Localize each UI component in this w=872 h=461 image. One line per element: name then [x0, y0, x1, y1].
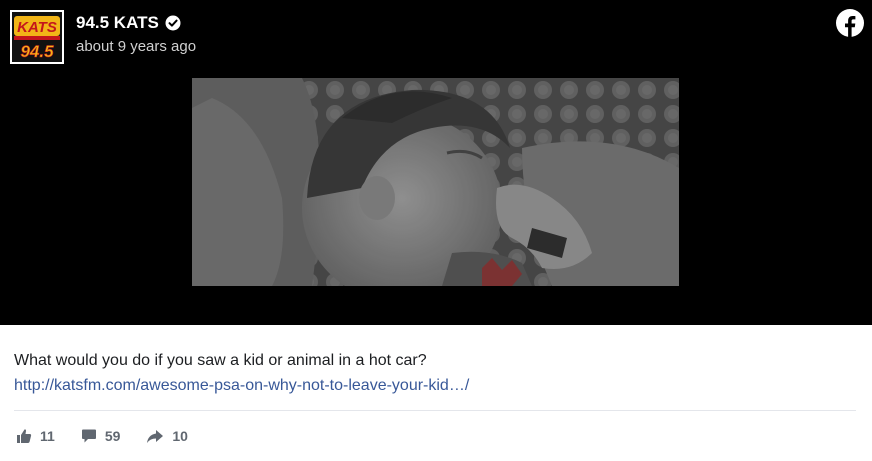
video-player[interactable]: KATS 94.5 94.5 KATS about 9 years ago	[0, 0, 872, 325]
post-body: What would you do if you saw a kid or an…	[14, 348, 469, 398]
comment-stat[interactable]: 59	[81, 428, 121, 444]
facebook-logo-icon[interactable]	[836, 9, 864, 42]
page-name-row: 94.5 KATS	[76, 13, 196, 33]
post-timestamp[interactable]: about 9 years ago	[76, 38, 196, 55]
post-link[interactable]: http://katsfm.com/awesome-psa-on-why-not…	[14, 373, 469, 398]
post-meta: 94.5 KATS about 9 years ago	[76, 13, 196, 55]
page-avatar[interactable]: KATS 94.5	[10, 10, 64, 64]
share-count: 10	[172, 428, 188, 444]
share-stat[interactable]: 10	[146, 428, 188, 444]
post-footer: 11 59 10	[16, 428, 214, 444]
facebook-post: KATS 94.5 94.5 KATS about 9 years ago Wh…	[0, 0, 872, 461]
thumbs-up-icon	[17, 429, 32, 443]
kats-logo-icon: KATS 94.5	[12, 12, 62, 62]
svg-text:94.5: 94.5	[20, 42, 54, 61]
like-count: 11	[40, 428, 55, 444]
post-divider	[14, 410, 856, 411]
like-stat[interactable]: 11	[16, 428, 55, 444]
verified-badge-icon	[165, 15, 181, 31]
video-thumbnail[interactable]	[192, 78, 679, 286]
comment-count: 59	[104, 428, 121, 444]
post-header: KATS 94.5 94.5 KATS about 9 years ago	[10, 10, 196, 64]
post-text: What would you do if you saw a kid or an…	[14, 352, 427, 369]
page-name[interactable]: 94.5 KATS	[76, 13, 159, 33]
share-arrow-icon	[147, 430, 164, 443]
svg-text:KATS: KATS	[17, 19, 57, 36]
comment-bubble-icon	[81, 429, 96, 443]
